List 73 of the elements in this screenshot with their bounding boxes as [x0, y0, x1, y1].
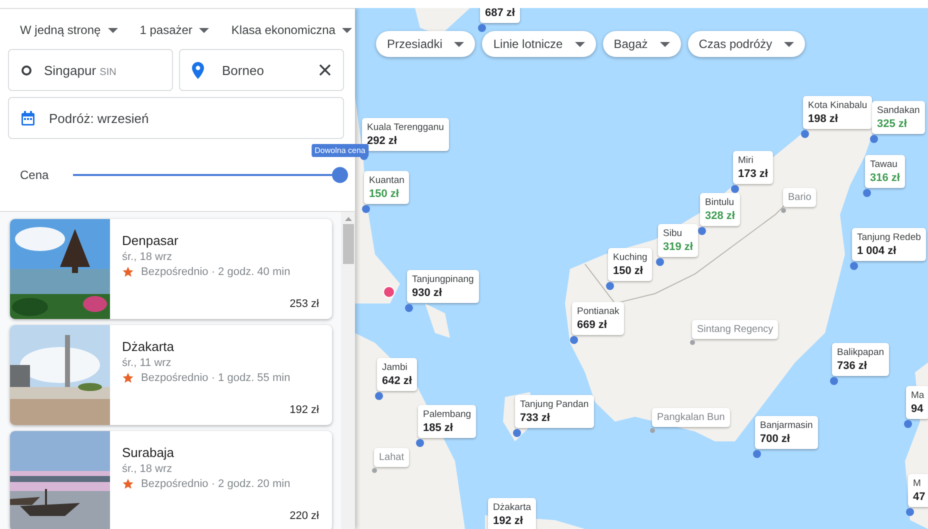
caret-icon [108, 28, 118, 32]
close-icon[interactable] [319, 64, 331, 76]
date-field[interactable]: Podróż: wrzesień [8, 97, 344, 139]
scrollbar-thumb[interactable] [342, 224, 354, 264]
price-marker[interactable]: Kota Kinabalu 198 zł [803, 96, 872, 129]
price-marker[interactable]: Sandakan 325 zł [872, 101, 925, 134]
price-label: Cena [20, 168, 49, 182]
price-marker[interactable]: Tanjungpinang 930 zł [407, 270, 479, 303]
destination-name: Denpasar [122, 233, 180, 248]
price-marker[interactable]: Lahat [374, 448, 410, 467]
destination-name: Dżakarta [122, 339, 176, 354]
destination-field[interactable]: Borneo [179, 49, 344, 91]
location-dot [650, 428, 655, 433]
circle-icon [21, 64, 32, 76]
flight-details: Bezpośrednio · 2 godz. 40 min [141, 266, 290, 278]
destination-card[interactable]: Denpasar śr., 18 wrz Bezpośrednio · 2 godz. 40 min 253 zł [10, 219, 332, 319]
filter-chip[interactable]: Bagaż [602, 31, 681, 57]
flight-date: śr., 18 wrz [122, 251, 174, 263]
location-dot [372, 468, 377, 473]
price-marker[interactable]: Banjarmasin 700 zł [755, 416, 818, 449]
price-marker[interactable]: Ma 94 [906, 386, 928, 419]
location-dot [690, 340, 695, 345]
destination-name: Surabaja [122, 445, 176, 460]
filter-chip[interactable]: Linie lotnicze [482, 31, 596, 57]
price-marker[interactable]: Balikpapan 736 zł [832, 343, 890, 376]
price-marker[interactable]: Kuantan 150 zł [364, 171, 410, 204]
flight-details: Bezpośrednio · 1 godz. 55 min [141, 372, 290, 384]
flight-details: Bezpośrednio · 2 godz. 20 min [141, 478, 290, 490]
price-marker[interactable]: Miri 173 zł [733, 151, 773, 184]
destination-card[interactable]: Surabaja śr., 18 wrz Bezpośrednio · 2 godz. 20 min 220 zł [10, 431, 332, 529]
price-marker[interactable]: Kuching 150 zł [608, 248, 652, 281]
calendar-icon [21, 110, 35, 126]
caret-icon [342, 28, 352, 32]
price-marker[interactable]: Palembang 185 zł [418, 405, 476, 438]
flight-price: 220 zł [290, 510, 319, 522]
filter-chip[interactable]: Czas podróży [688, 31, 806, 57]
price-marker[interactable]: 687 zł [480, 8, 520, 23]
scrollbar[interactable] [341, 212, 355, 529]
flight-price: 192 zł [290, 404, 319, 416]
price-marker[interactable]: Pontianak 669 zł [572, 302, 624, 335]
caret-icon [454, 42, 464, 46]
scroll-up-icon[interactable] [344, 217, 352, 221]
price-marker[interactable]: Sibu 319 zł [658, 224, 698, 257]
location-pin-icon [192, 62, 204, 78]
caret-icon [574, 42, 585, 46]
origin-field[interactable]: Singapur SIN [8, 49, 173, 91]
price-marker[interactable]: Jambi 642 zł [377, 358, 417, 391]
flight-date: śr., 18 wrz [122, 463, 174, 475]
price-tooltip: Dowolna cena [312, 144, 368, 157]
flight-date: śr., 11 wrz [122, 357, 172, 369]
flight-price: 253 zł [290, 298, 319, 310]
price-marker[interactable]: Tawau 316 zł [865, 155, 905, 188]
caret-icon [660, 42, 670, 46]
slider-thumb[interactable] [332, 167, 348, 183]
price-marker[interactable]: M 47 [908, 474, 928, 507]
price-marker[interactable]: Tanjung Pandan 733 zł [515, 395, 594, 428]
location-dot [781, 208, 786, 213]
trip-option-dropdown[interactable]: 1 pasażer [140, 21, 210, 39]
star-icon [122, 372, 134, 384]
trip-option-dropdown[interactable]: Klasa ekonomiczna [231, 21, 352, 39]
price-marker[interactable]: Pangkalan Bun [652, 408, 730, 427]
price-marker[interactable]: Bintulu 328 zł [700, 193, 740, 226]
trip-option-dropdown[interactable]: W jedną stronę [20, 21, 118, 39]
price-marker[interactable]: Sintang Regency [692, 320, 778, 339]
star-icon [122, 478, 134, 490]
caret-icon [199, 28, 210, 32]
price-marker[interactable]: Bario [783, 188, 816, 207]
price-marker[interactable]: Dżakarta 192 zł [488, 498, 536, 529]
filter-chip[interactable]: Przesiadki [376, 31, 476, 57]
star-icon [122, 266, 134, 278]
caret-icon [784, 42, 794, 46]
price-marker[interactable]: Tanjung Redeb 1 004 zł [852, 228, 926, 261]
destination-card[interactable]: Dżakarta śr., 11 wrz Bezpośrednio · 1 godz. 55 min 192 zł [10, 325, 332, 425]
